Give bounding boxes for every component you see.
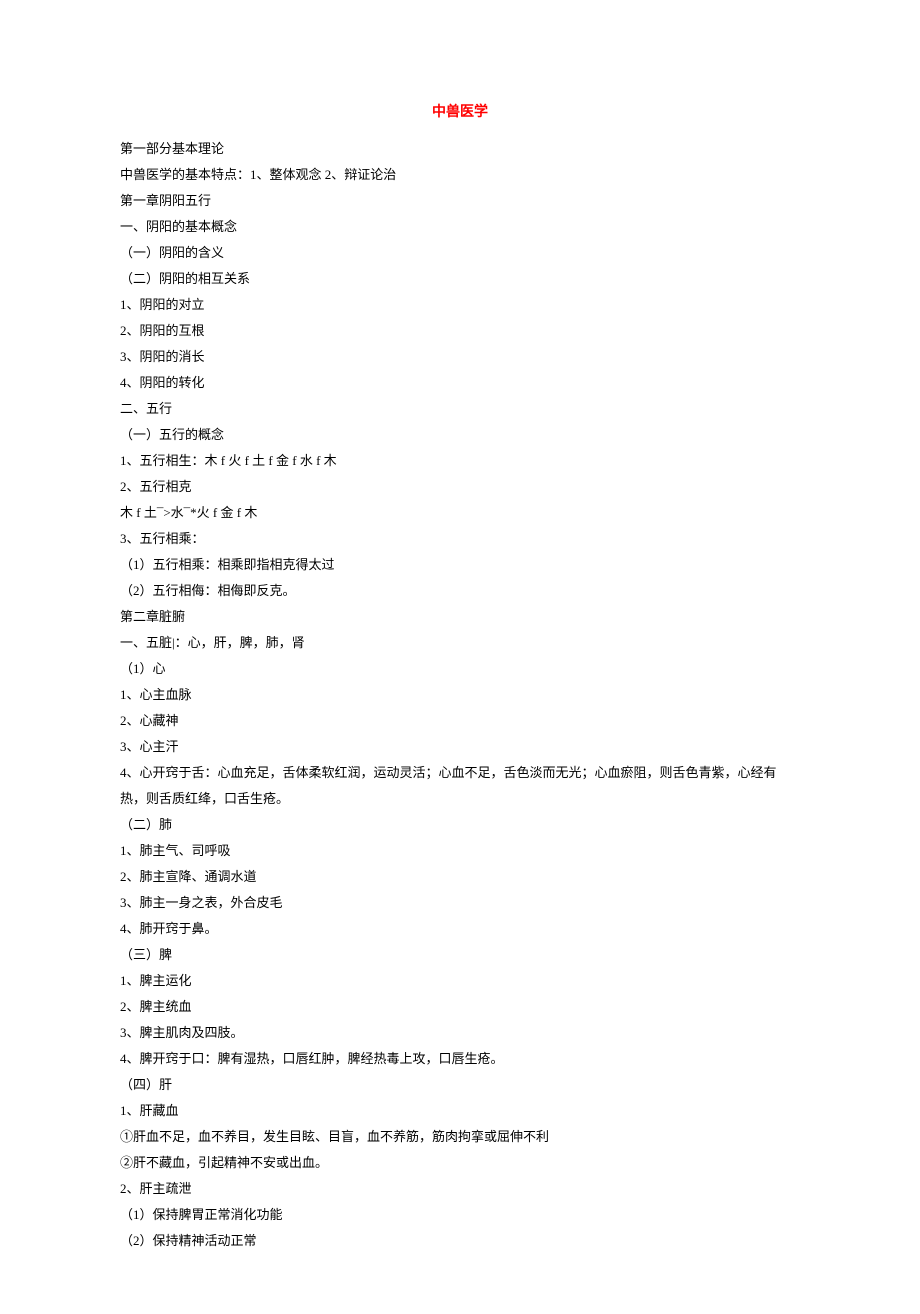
body-line: 中兽医学的基本特点：1、整体观念 2、辩证论治 [120, 162, 800, 188]
body-line: 2、阴阳的互根 [120, 318, 800, 344]
body-line: 2、脾主统血 [120, 994, 800, 1020]
body-line: 2、心藏神 [120, 708, 800, 734]
body-line: 第二章脏腑 [120, 604, 800, 630]
body-line: 1、五行相生：木 f 火 f 土 f 金 f 水 f 木 [120, 448, 800, 474]
body-line: 4、心开窍于舌：心血充足，舌体柔软红润，运动灵活；心血不足，舌色淡而无光；心血瘀… [120, 760, 800, 812]
body-line: （一）五行的概念 [120, 422, 800, 448]
body-line: 3、脾主肌肉及四肢。 [120, 1020, 800, 1046]
body-line: 第一部分基本理论 [120, 136, 800, 162]
body-line: 1、肺主气、司呼吸 [120, 838, 800, 864]
body-line: （2）保持精神活动正常 [120, 1228, 800, 1254]
body-line: 一、五脏|：心，肝，脾，肺，肾 [120, 630, 800, 656]
body-line: （四）肝 [120, 1072, 800, 1098]
body-line: 2、肺主宣降、通调水道 [120, 864, 800, 890]
body-line: （2）五行相侮：相侮即反克。 [120, 578, 800, 604]
body-line: 3、阴阳的消长 [120, 344, 800, 370]
body-line: （三）脾 [120, 942, 800, 968]
body-line: 2、肝主疏泄 [120, 1176, 800, 1202]
document-body: 第一部分基本理论中兽医学的基本特点：1、整体观念 2、辩证论治第一章阴阳五行一、… [120, 136, 800, 1254]
body-line: （1）保持脾胃正常消化功能 [120, 1202, 800, 1228]
document-page: 中兽医学 第一部分基本理论中兽医学的基本特点：1、整体观念 2、辩证论治第一章阴… [0, 0, 920, 1314]
body-line: 4、阴阳的转化 [120, 370, 800, 396]
body-line: 3、肺主一身之表，外合皮毛 [120, 890, 800, 916]
body-line: 2、五行相克 [120, 474, 800, 500]
body-line: 木 f 土¯>水¯*火 f 金 f 木 [120, 500, 800, 526]
body-line: 二、五行 [120, 396, 800, 422]
body-line: 4、肺开窍于鼻。 [120, 916, 800, 942]
body-line: （二）阴阳的相互关系 [120, 266, 800, 292]
body-line: 1、脾主运化 [120, 968, 800, 994]
body-line: （1）五行相乘：相乘即指相克得太过 [120, 552, 800, 578]
body-line: （一）阴阳的含义 [120, 240, 800, 266]
body-line: ①肝血不足，血不养目，发生目眩、目盲，血不养筋，筋肉拘挛或屈伸不利 [120, 1124, 800, 1150]
body-line: 4、脾开窍于口：脾有湿热，口唇红肿，脾经热毒上攻，口唇生疮。 [120, 1046, 800, 1072]
body-line: 第一章阴阳五行 [120, 188, 800, 214]
body-line: 1、肝藏血 [120, 1098, 800, 1124]
body-line: （二）肺 [120, 812, 800, 838]
body-line: 3、心主汗 [120, 734, 800, 760]
body-line: 1、心主血脉 [120, 682, 800, 708]
body-line: ②肝不藏血，引起精神不安或出血。 [120, 1150, 800, 1176]
document-title: 中兽医学 [120, 100, 800, 126]
body-line: 3、五行相乘： [120, 526, 800, 552]
body-line: 1、阴阳的对立 [120, 292, 800, 318]
body-line: 一、阴阳的基本概念 [120, 214, 800, 240]
body-line: （1）心 [120, 656, 800, 682]
